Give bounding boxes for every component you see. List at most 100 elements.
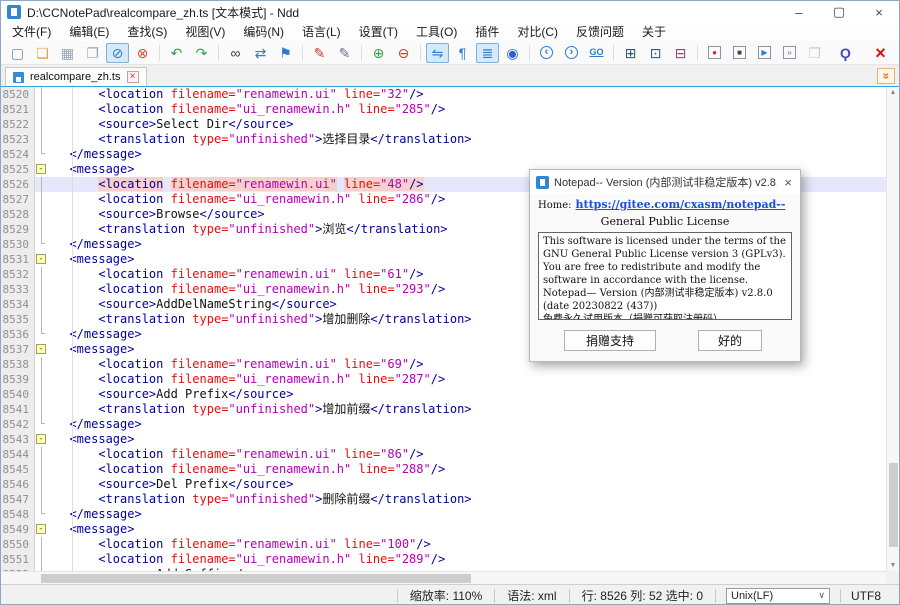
code-text: <translation type="unfinished">增加前缀</tra… xyxy=(49,402,888,417)
save-file-button[interactable]: ▦ xyxy=(56,43,79,63)
menu-item[interactable]: 文件(F) xyxy=(3,23,60,41)
dir-compare-button[interactable]: ⊡ xyxy=(644,43,667,63)
line-number: 8534 xyxy=(1,297,35,312)
menu-item[interactable]: 关于 xyxy=(633,23,675,41)
home-link[interactable]: https://gitee.com/cxasm/notepad-- xyxy=(576,198,786,211)
code-line: 8523 <translation type="unfinished">选择目录… xyxy=(1,132,888,147)
new-file-button[interactable]: ▢ xyxy=(6,43,29,63)
save-all-button[interactable]: ❐ xyxy=(81,43,104,63)
fold-guide xyxy=(35,447,49,462)
line-number: 8524 xyxy=(1,147,35,162)
maximize-button[interactable]: ▢ xyxy=(819,1,859,23)
word-wrap-button[interactable]: ⇋ xyxy=(426,43,449,63)
home-label: Home: xyxy=(538,200,572,211)
dialog-close-icon[interactable]: × xyxy=(782,175,794,190)
fold-corner-line xyxy=(41,237,45,244)
close-button[interactable]: × xyxy=(859,1,899,23)
close-toolbar-button[interactable]: × xyxy=(869,43,892,63)
fold-guide xyxy=(35,357,49,372)
menu-item[interactable]: 设置(T) xyxy=(350,23,407,41)
tab-realcompare[interactable]: realcompare_zh.ts × xyxy=(5,67,147,86)
dialog-title-bar[interactable]: Notepad-- Version (内部测试非稳定版本) v2.8.0 (da… xyxy=(530,170,800,194)
undo-button[interactable]: ↶ xyxy=(165,43,188,63)
zoom-in-button[interactable]: ⊕ xyxy=(367,43,390,63)
file-compare-button[interactable]: ⊞ xyxy=(619,43,642,63)
horizontal-scrollbar-thumb[interactable] xyxy=(41,574,471,583)
show-symbols-button[interactable]: ¶ xyxy=(451,43,474,63)
code-text: </message> xyxy=(49,507,888,522)
zoom-out-button[interactable]: ⊖ xyxy=(392,43,415,63)
close-all-icon: ⊗ xyxy=(137,46,149,60)
record-start-button[interactable]: ● xyxy=(703,43,726,63)
open-file-button[interactable]: ❏ xyxy=(31,43,54,63)
line-number: 8543 xyxy=(1,432,35,447)
fold-vertical-line xyxy=(41,297,42,312)
find-button[interactable]: ∞ xyxy=(224,43,247,63)
code-text: <message> xyxy=(49,432,888,447)
menu-item[interactable]: 视图(V) xyxy=(176,23,234,41)
menu-item[interactable]: 对比(C) xyxy=(508,23,567,41)
scroll-down-arrow-icon[interactable]: ▼ xyxy=(887,562,899,569)
zoom-out-icon: ⊖ xyxy=(398,46,410,60)
code-text: <location filename="ui_renamewin.h" line… xyxy=(49,372,888,387)
close-file-button[interactable]: ⊘ xyxy=(106,43,129,63)
fold-guide xyxy=(35,537,49,552)
record-play-button[interactable]: ▶ xyxy=(753,43,776,63)
locate-file-button[interactable]: ◉ xyxy=(501,43,524,63)
close-all-button[interactable]: ⊗ xyxy=(131,43,154,63)
fold-collapse-marker[interactable]: - xyxy=(35,342,49,357)
menu-item[interactable]: 反馈问题 xyxy=(567,23,633,41)
close-toolbar-icon: × xyxy=(875,44,886,62)
fold-collapse-marker[interactable]: - xyxy=(35,162,49,177)
mark-color-button[interactable]: ✎ xyxy=(308,43,331,63)
menu-item[interactable]: 编辑(E) xyxy=(60,23,118,41)
minimize-button[interactable]: – xyxy=(779,1,819,23)
eol-selector[interactable]: Unix(LF) ∨ xyxy=(726,588,830,604)
code-line: 8548 </message> xyxy=(1,507,888,522)
tab-close-icon[interactable]: × xyxy=(127,71,139,83)
code-line: 8520 <location filename="renamewin.ui" l… xyxy=(1,87,888,102)
nav-back-button[interactable]: ‹ xyxy=(535,43,558,63)
code-line: 8549- <message> xyxy=(1,522,888,537)
donate-button[interactable]: 捐赠支持 xyxy=(564,330,656,351)
code-text: <location filename="ui_renamewin.h" line… xyxy=(49,102,888,117)
vertical-scrollbar[interactable]: ▲ ▼ xyxy=(886,87,899,571)
record-replay-button[interactable]: » xyxy=(778,43,801,63)
clear-mark-button[interactable]: ✎ xyxy=(333,43,356,63)
view-compare-button[interactable]: ⊟ xyxy=(669,43,692,63)
nav-forward-button[interactable]: › xyxy=(560,43,583,63)
record-stop-button[interactable]: ■ xyxy=(728,43,751,63)
about-dialog: Notepad-- Version (内部测试非稳定版本) v2.8.0 (da… xyxy=(529,169,801,362)
scroll-up-arrow-icon[interactable]: ▲ xyxy=(887,89,899,96)
chevron-down-icon: » xyxy=(880,73,892,80)
chevron-down-icon: ∨ xyxy=(818,590,825,601)
goto-line-button[interactable]: GO xyxy=(585,43,608,63)
indent-guide-button[interactable]: ≣ xyxy=(476,43,499,63)
line-number: 8532 xyxy=(1,267,35,282)
fold-collapse-marker[interactable]: - xyxy=(35,522,49,537)
dialog-buttons: 捐赠支持 好的 xyxy=(538,330,792,351)
fold-guide xyxy=(35,372,49,387)
code-line: 8551 <location filename="ui_renamewin.h"… xyxy=(1,552,888,567)
license-textbox[interactable]: This software is licensed under the term… xyxy=(538,232,792,320)
encoding-indicator: UTF8 xyxy=(841,589,899,603)
horizontal-scrollbar[interactable] xyxy=(1,571,888,584)
code-line: 8543- <message> xyxy=(1,432,888,447)
menu-item[interactable]: 编码(N) xyxy=(234,23,293,41)
menu-item[interactable]: 语言(L) xyxy=(293,23,350,41)
menu-item[interactable]: 工具(O) xyxy=(407,23,466,41)
replace-button[interactable]: ⇄ xyxy=(249,43,272,63)
fold-minus-icon: - xyxy=(36,254,46,264)
fold-collapse-marker[interactable]: - xyxy=(35,432,49,447)
bookmark-icon: ⚑ xyxy=(279,46,292,60)
bookmark-button[interactable]: ⚑ xyxy=(274,43,297,63)
menu-item[interactable]: 查找(S) xyxy=(118,23,176,41)
vertical-scrollbar-thumb[interactable] xyxy=(889,463,898,547)
menu-item[interactable]: 插件 xyxy=(466,23,508,41)
pin-toolbar-button[interactable]: Ϙ xyxy=(834,43,857,63)
ok-button[interactable]: 好的 xyxy=(698,330,762,351)
tab-overflow-button[interactable]: » xyxy=(877,68,895,84)
eol-value: Unix(LF) xyxy=(731,590,773,602)
fold-collapse-marker[interactable]: - xyxy=(35,252,49,267)
redo-button[interactable]: ↷ xyxy=(190,43,213,63)
